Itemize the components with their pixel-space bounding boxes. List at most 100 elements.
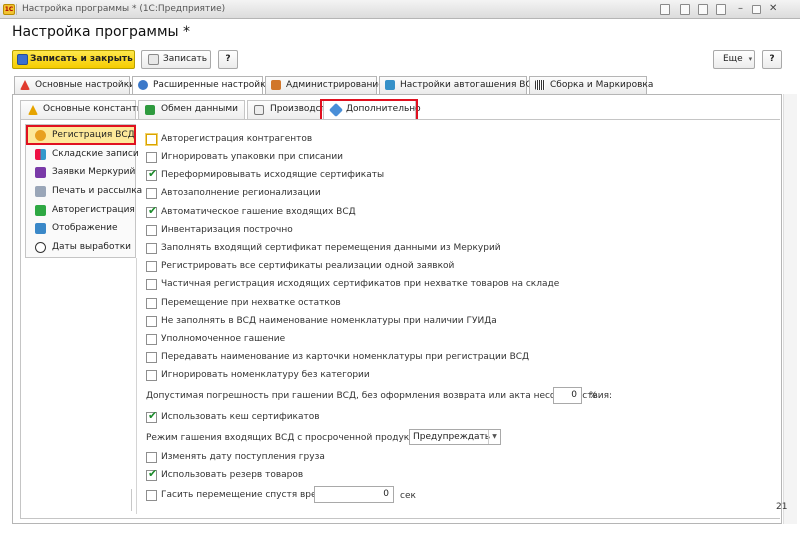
more-label: Еще [723, 54, 743, 64]
checkbox[interactable] [146, 261, 157, 272]
help-button-right[interactable]: ? [762, 50, 782, 69]
printer-icon [35, 186, 46, 197]
overdue-mode-select[interactable]: Предупреждать ▼ [409, 429, 501, 445]
option-label: Переформировывать исходящие сертификаты [161, 170, 385, 180]
favorite-icon[interactable] [680, 4, 690, 15]
option-label: Авторегистрация контрагентов [161, 134, 313, 144]
tolerance-input[interactable]: 0 [553, 387, 582, 404]
checkbox[interactable] [146, 370, 157, 381]
subtab-data-exchange[interactable]: Обмен данными [138, 100, 245, 119]
subtab-label: Основные константы [43, 104, 144, 114]
save-label: Записать [163, 54, 208, 64]
minimize-icon[interactable]: – [738, 3, 743, 14]
tab-auto-extinguish-settings[interactable]: Настройки автогашения ВСД [379, 76, 539, 94]
option-label: Игнорировать номенклатуру без категории [161, 370, 370, 380]
checkbox[interactable] [146, 243, 157, 254]
settings-icon [385, 80, 395, 90]
checkbox[interactable]: ✔ [146, 167, 158, 181]
option-label: Регистрировать все сертификаты реализаци… [161, 261, 455, 271]
save-and-close-label: Записать и закрыть [30, 54, 133, 64]
option-label: Автозаполнение регионализации [161, 188, 321, 198]
panel-resize-handle[interactable] [131, 489, 135, 511]
help-button[interactable]: ? [218, 50, 238, 69]
checkbox[interactable]: ✔ [146, 410, 157, 423]
nav-item-autoregistration[interactable]: Авторегистрация [27, 202, 135, 219]
option-label: Заполнять входящий сертификат перемещени… [161, 243, 501, 253]
tab-basic-settings[interactable]: Основные настройки [14, 76, 135, 94]
subtab-production[interactable]: Производство [247, 100, 337, 119]
titlebar-divider [16, 4, 17, 15]
nav-item-mercury-requests[interactable]: Заявки Меркурий [27, 164, 135, 181]
mercury-icon [35, 167, 46, 178]
checkbox[interactable] [146, 188, 157, 199]
warning-icon [28, 105, 38, 115]
checkbox[interactable] [146, 452, 157, 463]
subtab-basic-constants[interactable]: Основные константы [20, 100, 144, 119]
gear-icon [138, 80, 148, 90]
option-label: Игнорировать упаковки при списании [161, 152, 344, 162]
option-label: Автоматическое гашение входящих ВСД [161, 207, 356, 217]
checkbox[interactable]: ✔ [146, 204, 158, 218]
option-label: Использовать резерв товаров [161, 470, 304, 480]
chevron-down-icon: ▾ [748, 55, 753, 63]
option-label: Изменять дату поступления груза [161, 452, 325, 462]
nav-label: Печать и рассылка [52, 186, 143, 196]
page-counter: 21 [776, 502, 788, 512]
tab-label: Расширенные настройки [153, 80, 272, 90]
calendar-icon[interactable] [698, 4, 708, 15]
nav-item-production-dates[interactable]: Даты выработки [27, 239, 135, 256]
checkbox[interactable] [146, 334, 157, 345]
checkmark-icon: ✔ [148, 167, 158, 180]
tab-administration[interactable]: Администрирование [265, 76, 384, 94]
vertical-scrollbar[interactable] [783, 94, 797, 524]
option-label: Инвентаризация построчно [161, 225, 293, 235]
disk-icon [148, 54, 159, 65]
checkbox[interactable] [146, 225, 157, 236]
checkbox[interactable]: ✔ [146, 468, 157, 481]
exchange-icon [145, 105, 155, 115]
checkbox[interactable] [146, 152, 157, 163]
monitor-icon [35, 223, 46, 234]
warning-icon [20, 80, 30, 90]
extinguish-time-input[interactable]: 0 [314, 486, 394, 503]
checkbox[interactable] [146, 134, 157, 145]
nav-label: Авторегистрация [52, 205, 135, 215]
chevron-down-icon[interactable]: ▼ [488, 430, 500, 444]
checkbox[interactable] [146, 298, 157, 309]
window-menu-icon[interactable] [716, 4, 726, 15]
nav-label: Даты выработки [52, 242, 131, 252]
checkbox[interactable] [146, 316, 157, 327]
copy-icon[interactable] [660, 4, 670, 15]
nav-item-display[interactable]: Отображение [27, 220, 135, 237]
save-button[interactable]: Записать [141, 50, 211, 69]
checkbox[interactable] [146, 352, 157, 363]
navigation-divider [136, 258, 137, 514]
overdue-mode-value: Предупреждать [413, 432, 491, 442]
check-icon [35, 205, 46, 216]
tools-icon [271, 80, 281, 90]
nav-item-warehouse-records[interactable]: Складские записи [27, 146, 139, 163]
tab-label: Администрирование [286, 80, 384, 90]
maximize-icon[interactable] [752, 5, 761, 14]
tolerance-unit: % [589, 391, 598, 401]
tab-extended-settings[interactable]: Расширенные настройки [132, 76, 271, 95]
subtab-label: Обмен данными [161, 104, 238, 114]
more-button[interactable]: Еще ▾ [713, 50, 755, 69]
option-label: Гасить перемещение спустя время [161, 490, 329, 500]
save-and-close-button[interactable]: Записать и закрыть [12, 50, 135, 69]
option-label: Не заполнять в ВСД наименование номенкла… [161, 316, 497, 326]
nav-label: Складские записи [52, 149, 139, 159]
checkbox[interactable] [146, 279, 157, 290]
checkbox[interactable] [146, 490, 157, 501]
nav-item-print-mailing[interactable]: Печать и рассылка [27, 183, 142, 200]
warehouse-icon [35, 149, 46, 160]
option-label: Перемещение при нехватке остатков [161, 298, 341, 308]
close-icon[interactable]: ✕ [769, 3, 777, 14]
option-label: Частичная регистрация исходящих сертифик… [161, 279, 560, 289]
nav-label: Отображение [52, 223, 118, 233]
checkmark-icon: ✔ [148, 204, 158, 217]
tab-assembly-marking[interactable]: Сборка и Маркировка [529, 76, 653, 94]
app-logo-icon: 1С [3, 4, 15, 15]
document-icon [254, 105, 264, 115]
highlight-frame-vsd-registration [26, 125, 136, 145]
